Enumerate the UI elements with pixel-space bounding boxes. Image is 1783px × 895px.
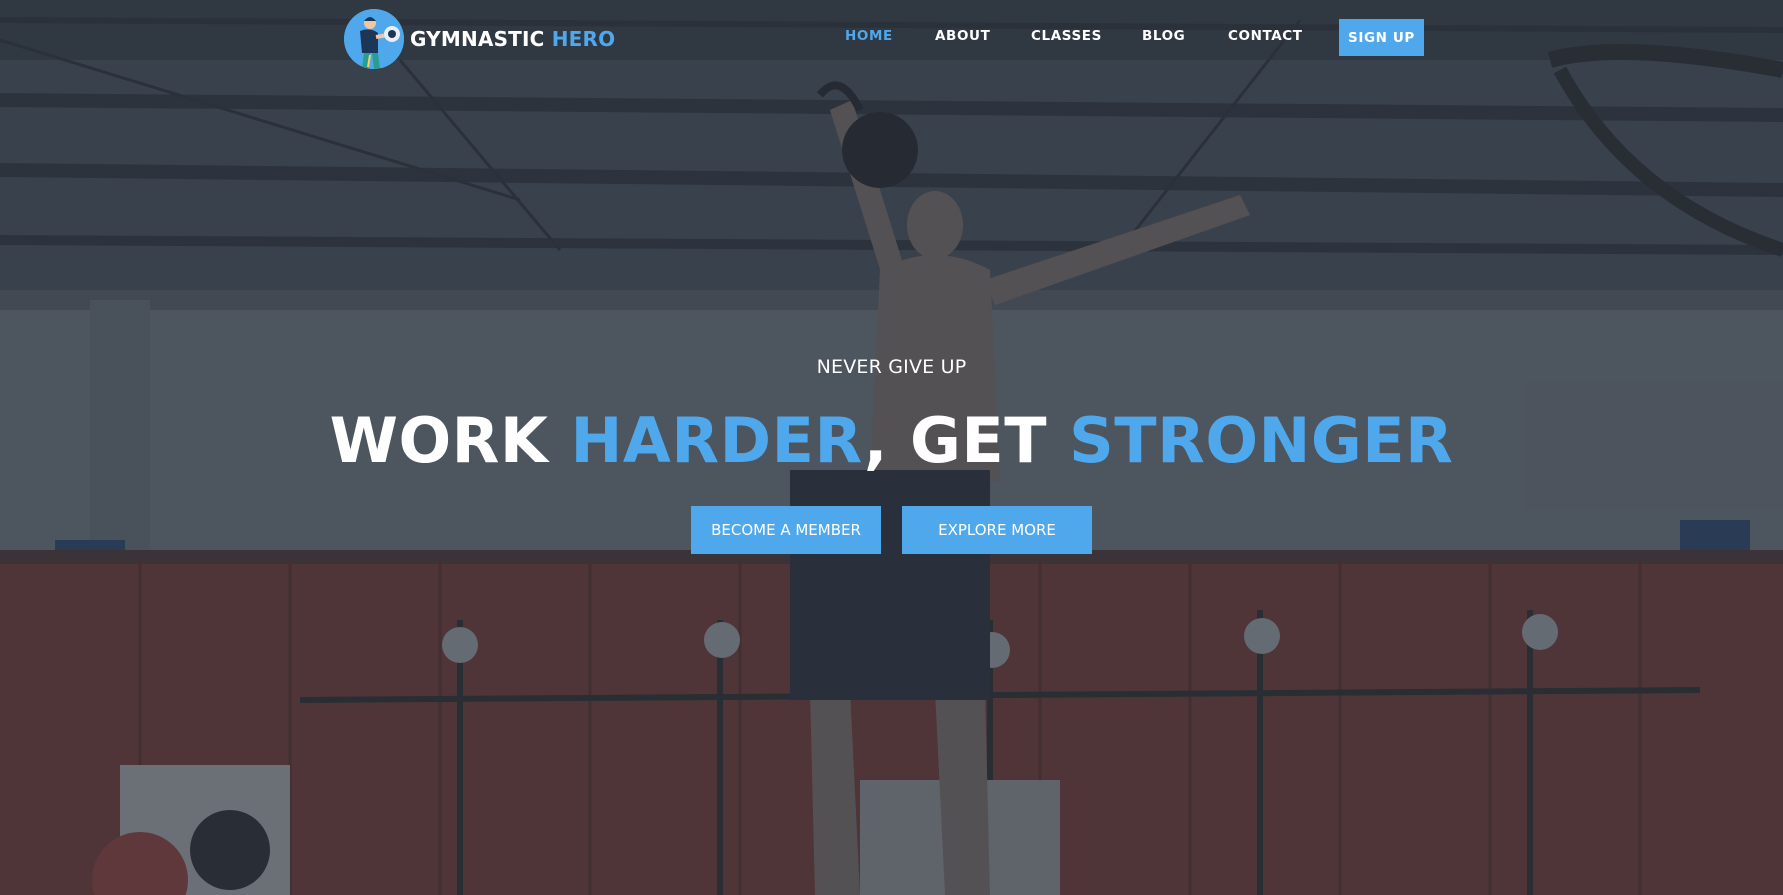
headline-part-harder: HARDER bbox=[570, 404, 864, 477]
headline-part-stronger: STRONGER bbox=[1069, 404, 1454, 477]
nav-link-blog[interactable]: BLOG bbox=[1142, 28, 1185, 44]
nav-link-classes[interactable]: CLASSES bbox=[1031, 28, 1102, 44]
hero-headline: WORK HARDER, GET STRONGER bbox=[0, 404, 1783, 477]
nav-link-home[interactable]: HOME bbox=[845, 28, 893, 44]
site-header: GYMNASTIC HERO HOME ABOUT CLASSES BLOG C… bbox=[0, 0, 1783, 76]
headline-part-get: , GET bbox=[863, 404, 1070, 477]
headline-part-work: WORK bbox=[329, 404, 571, 477]
nav-link-contact[interactable]: CONTACT bbox=[1228, 28, 1303, 44]
explore-more-button[interactable]: EXPLORE MORE bbox=[902, 506, 1092, 554]
nav-link-about[interactable]: ABOUT bbox=[935, 28, 990, 44]
hero-cta-group: BECOME A MEMBER EXPLORE MORE bbox=[0, 506, 1783, 554]
hero-tagline: NEVER GIVE UP bbox=[816, 356, 967, 378]
main-navigation: HOME ABOUT CLASSES BLOG CONTACT bbox=[0, 0, 1783, 76]
become-member-button[interactable]: BECOME A MEMBER bbox=[691, 506, 881, 554]
sign-up-button[interactable]: SIGN UP bbox=[1339, 19, 1424, 56]
